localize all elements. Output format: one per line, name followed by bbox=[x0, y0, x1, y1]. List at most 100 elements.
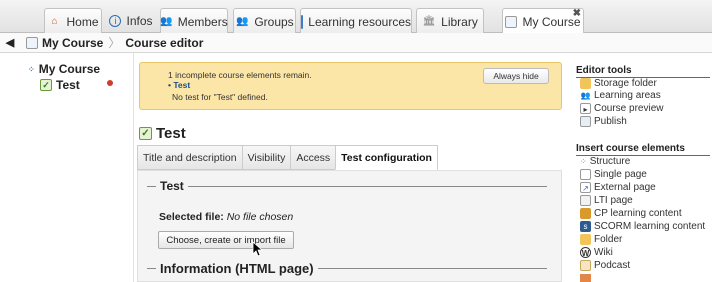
tab-label: Learning resources bbox=[308, 14, 411, 29]
choose-file-button[interactable]: Choose, create or import file bbox=[158, 231, 294, 249]
folder-icon bbox=[580, 234, 591, 245]
tool-label: Publish bbox=[594, 116, 627, 127]
breadcrumb-course[interactable]: My Course bbox=[42, 36, 103, 50]
insert-label: External page bbox=[594, 182, 656, 193]
warning-detail: No test for "Test" defined. bbox=[172, 92, 268, 102]
insert-elements-heading: Insert course elements bbox=[576, 143, 710, 156]
preview-icon: ▸ bbox=[580, 103, 591, 114]
element-title: ✓ Test bbox=[139, 125, 186, 142]
tab-label: Library bbox=[441, 14, 478, 29]
learning-areas-icon: 👥 bbox=[580, 91, 591, 100]
tab-visibility[interactable]: Visibility bbox=[241, 145, 292, 170]
tab-label: Home bbox=[66, 14, 99, 29]
insert-label: LTI page bbox=[594, 195, 633, 206]
tab-label: Groups bbox=[254, 14, 294, 29]
close-tab-icon[interactable]: ✖ bbox=[573, 8, 581, 19]
incomplete-warning: 1 incomplete course elements remain. • T… bbox=[139, 62, 562, 110]
members-icon: 👥 bbox=[160, 15, 173, 27]
test-icon: ✓ bbox=[40, 79, 52, 91]
structure-icon: ⁘ bbox=[28, 64, 35, 74]
insert-scorm-learning-content[interactable]: s SCORM learning content bbox=[580, 221, 705, 232]
incomplete-marker bbox=[107, 80, 113, 86]
structure-icon: ⁘ bbox=[580, 157, 587, 166]
element-title-text: Test bbox=[156, 125, 186, 142]
always-hide-button[interactable]: Always hide bbox=[483, 68, 549, 84]
page-icon bbox=[580, 169, 591, 180]
insert-label: SCORM learning content bbox=[594, 221, 706, 232]
breadcrumb-separator: 〉 bbox=[108, 36, 121, 50]
test-section-legend: Test bbox=[147, 179, 547, 193]
test-icon: ✓ bbox=[139, 127, 152, 140]
selected-file-label: Selected file: bbox=[159, 211, 224, 223]
insert-label: Podcast bbox=[594, 260, 631, 271]
editor-tools-heading: Editor tools bbox=[576, 65, 710, 78]
insert-single-page[interactable]: Single page bbox=[580, 169, 647, 180]
scorm-icon: s bbox=[580, 221, 591, 232]
tab-label: Members bbox=[177, 14, 228, 29]
breadcrumb: ◀ My Course 〉 Course editor bbox=[0, 33, 712, 53]
tool-label: Course preview bbox=[594, 103, 664, 114]
course-icon bbox=[26, 36, 38, 49]
tab-access[interactable]: Access bbox=[290, 145, 337, 170]
insert-label: Single page bbox=[594, 169, 647, 180]
wiki-icon: W bbox=[580, 247, 591, 258]
tree-root-label: My Course bbox=[38, 62, 101, 76]
tab-home[interactable]: ⌂ Home bbox=[44, 8, 102, 34]
selected-file: Selected file: No file chosen bbox=[159, 211, 293, 223]
insert-label: Wiki bbox=[594, 247, 613, 258]
main-navigation-bar: ⌂ Home i Infos 👥 Members 👥 Groups Learni… bbox=[0, 0, 712, 34]
learning-resources-icon bbox=[301, 14, 304, 29]
tab-my-course[interactable]: My Course ✖ bbox=[502, 8, 584, 34]
external-page-icon: ↗ bbox=[580, 182, 591, 193]
insert-external-page[interactable]: ↗ External page bbox=[580, 182, 656, 193]
legend-text: Information (HTML page) bbox=[160, 261, 314, 276]
insert-lti-page[interactable]: LTI page bbox=[580, 195, 633, 206]
insert-cp-learning-content[interactable]: CP learning content bbox=[580, 208, 682, 219]
tab-infos[interactable]: i Infos bbox=[106, 8, 156, 34]
podcast-icon bbox=[580, 260, 591, 271]
tool-label: Learning areas bbox=[594, 90, 661, 101]
course-icon bbox=[505, 15, 518, 28]
folder-icon bbox=[580, 78, 591, 89]
tab-groups[interactable]: 👥 Groups bbox=[233, 8, 296, 34]
tab-title-description[interactable]: Title and description bbox=[137, 145, 243, 170]
groups-icon: 👥 bbox=[236, 15, 249, 27]
warning-item[interactable]: • Test bbox=[168, 80, 190, 90]
breadcrumb-current: Course editor bbox=[125, 35, 204, 50]
tool-learning-areas[interactable]: 👥 Learning areas bbox=[580, 90, 661, 101]
course-editor-main: 1 incomplete course elements remain. • T… bbox=[134, 53, 564, 282]
tab-members[interactable]: 👥 Members bbox=[160, 8, 228, 34]
mouse-cursor-icon bbox=[252, 241, 264, 257]
tab-library[interactable]: 🏛 Library bbox=[416, 8, 484, 34]
tab-learning-resources[interactable]: Learning resources bbox=[300, 8, 412, 34]
editor-sidebar: Editor tools Storage folder 👥 Learning a… bbox=[564, 53, 712, 282]
tool-label: Storage folder bbox=[594, 78, 657, 89]
insert-structure[interactable]: ⁘ Structure bbox=[580, 156, 630, 167]
tree-node-label: Test bbox=[56, 78, 80, 92]
tool-publish[interactable]: Publish bbox=[580, 116, 627, 127]
insert-more-cutoff bbox=[580, 274, 591, 282]
tree-node-test[interactable]: ✓ Test bbox=[40, 78, 80, 92]
tool-storage-folder[interactable]: Storage folder bbox=[580, 78, 657, 89]
insert-label: Folder bbox=[594, 234, 623, 245]
insert-wiki[interactable]: W Wiki bbox=[580, 247, 613, 258]
warning-text: 1 incomplete course elements remain. bbox=[168, 70, 312, 80]
tool-course-preview[interactable]: ▸ Course preview bbox=[580, 103, 663, 114]
test-configuration-panel: Test Selected file: No file chosen Choos… bbox=[137, 170, 562, 282]
insert-label: CP learning content bbox=[594, 208, 682, 219]
insert-label: Structure bbox=[589, 156, 631, 167]
insert-podcast[interactable]: Podcast bbox=[580, 260, 630, 271]
tab-label: Infos bbox=[126, 14, 153, 28]
element-tabs: Title and description Visibility Access … bbox=[137, 145, 438, 170]
selected-file-value: No file chosen bbox=[226, 211, 294, 223]
insert-folder[interactable]: Folder bbox=[580, 234, 622, 245]
library-icon: 🏛 bbox=[422, 15, 436, 27]
back-arrow-icon[interactable]: ◀ bbox=[0, 36, 20, 49]
tree-root[interactable]: ⁘ My Course bbox=[28, 62, 100, 76]
home-icon: ⌂ bbox=[51, 15, 58, 27]
course-tree: ⁘ My Course ✓ Test bbox=[0, 53, 134, 282]
warning-item-label: Test bbox=[173, 80, 191, 90]
tab-test-configuration[interactable]: Test configuration bbox=[335, 145, 438, 170]
legend-text: Test bbox=[160, 179, 184, 193]
blog-icon bbox=[580, 274, 591, 282]
